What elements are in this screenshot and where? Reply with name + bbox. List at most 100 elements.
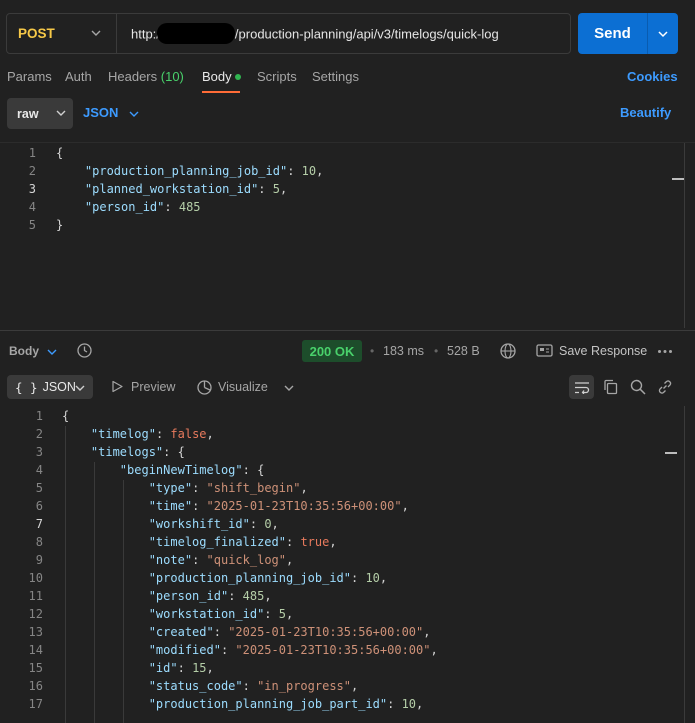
code-token: "quick_log" — [206, 553, 286, 567]
code-token: : — [155, 427, 171, 441]
request-scroll-marker — [672, 178, 684, 180]
globe-icon[interactable] — [499, 342, 517, 360]
url-suffix: /production-planning/api/v3/timelogs/qui… — [234, 26, 499, 42]
code-token: : — [242, 679, 258, 693]
visualize-button[interactable]: Visualize — [218, 380, 268, 394]
code-token: 0 — [264, 517, 272, 531]
body-language-select[interactable]: JSON — [83, 105, 118, 120]
code-token: , — [401, 499, 409, 513]
code-token: true — [300, 535, 330, 549]
url-input[interactable]: http:/ /production-planning/api/v3/timelo… — [131, 23, 499, 44]
tab-body[interactable]: Body — [202, 69, 232, 84]
code-line: "id": 15, — [62, 661, 214, 675]
tab-headers[interactable]: Headers (10) — [108, 69, 184, 84]
response-viewer-scrollbar[interactable] — [684, 406, 685, 723]
line-number: 4 — [35, 463, 43, 477]
code-token: : — [192, 553, 207, 567]
code-token: : — [164, 200, 179, 214]
send-button[interactable]: Send — [578, 13, 647, 54]
line-number: 3 — [35, 445, 43, 459]
code-token: , — [351, 679, 359, 693]
pane-divider[interactable] — [0, 330, 695, 331]
url-prefix: http:/ — [131, 26, 160, 42]
send-options-button[interactable] — [647, 13, 678, 54]
response-body-viewer[interactable]: 1{2 "timelog": false, 3 "timelogs": {4 "b… — [0, 406, 695, 723]
play-icon — [112, 380, 123, 393]
code-token: 485 — [242, 589, 265, 603]
chevron-down-icon[interactable] — [47, 348, 57, 356]
code-line: { — [56, 146, 63, 160]
code-token: 485 — [178, 200, 201, 214]
line-number: 5 — [28, 218, 36, 232]
save-response-button[interactable]: Save Response — [559, 344, 647, 358]
tab-scripts[interactable]: Scripts — [257, 69, 297, 84]
wrap-lines-button[interactable] — [569, 375, 594, 399]
chevron-down-icon[interactable] — [284, 384, 294, 392]
copy-icon[interactable] — [603, 379, 618, 395]
request-body-editor[interactable]: 1 {2 "production_planning_job_id": 10, 3 "… — [0, 142, 695, 330]
code-token: 10 — [301, 164, 317, 178]
code-token: "production_planning_job_id" — [84, 164, 288, 178]
more-icon[interactable] — [657, 349, 673, 354]
save-icon[interactable] — [536, 343, 553, 358]
code-token: { — [62, 409, 70, 423]
line-number: 6 — [35, 499, 43, 513]
code-token: "timelog_finalized" — [148, 535, 286, 549]
history-icon[interactable] — [76, 342, 93, 359]
code-token: : — [387, 697, 402, 711]
braces-icon: { } — [15, 379, 38, 395]
code-token: "workshift_id" — [148, 517, 250, 531]
code-token: : — [285, 535, 301, 549]
tab-settings[interactable]: Settings — [312, 69, 359, 84]
url-bar[interactable]: POST http:/ /production-planning/api/v3/t… — [6, 13, 571, 54]
code-token: "2025-01-23T10:35:56+00:00" — [228, 625, 424, 639]
body-mode-select[interactable]: raw — [7, 98, 73, 129]
method-label: POST — [18, 26, 55, 41]
indent-guide — [65, 426, 66, 723]
request-editor-scrollbar[interactable] — [684, 143, 685, 328]
wrap-lines-icon — [574, 381, 589, 394]
cookies-link[interactable]: Cookies — [627, 69, 678, 84]
code-token: : — [228, 589, 243, 603]
chevron-down-icon[interactable] — [129, 110, 139, 118]
preview-button[interactable]: Preview — [131, 380, 175, 394]
chevron-down-icon — [658, 30, 668, 37]
code-token: , — [329, 535, 337, 549]
search-icon[interactable] — [630, 379, 646, 395]
beautify-button[interactable]: Beautify — [620, 105, 671, 120]
code-token: , — [206, 427, 214, 441]
chevron-down-icon[interactable] — [75, 384, 85, 392]
code-token: : — [192, 499, 207, 513]
separator-dot: • — [434, 344, 439, 358]
code-token: , — [206, 661, 214, 675]
code-token: "in_progress" — [257, 679, 351, 693]
code-line: "modified": "2025-01-23T10:35:56+00:00", — [62, 643, 438, 657]
modified-dot — [235, 74, 241, 80]
tab-auth[interactable]: Auth — [65, 69, 92, 84]
separator-dot: • — [370, 344, 375, 358]
code-line: "production_planning_job_id": 10, — [62, 571, 387, 585]
link-icon[interactable] — [657, 379, 673, 395]
indent-guide — [123, 480, 124, 723]
body-mode-label: raw — [17, 106, 39, 121]
response-size: 528 B — [447, 344, 480, 358]
code-token: 5 — [278, 607, 286, 621]
response-body-label[interactable]: Body — [9, 344, 39, 358]
line-number: 15 — [28, 661, 43, 675]
code-token: : — [287, 164, 302, 178]
line-number: 16 — [28, 679, 43, 693]
line-number: 2 — [35, 427, 43, 441]
code-token: "person_id" — [148, 589, 229, 603]
code-token: , — [416, 697, 424, 711]
chevron-down-icon[interactable] — [91, 29, 101, 37]
code-token: : — [351, 571, 366, 585]
code-token: "timelogs" — [90, 445, 164, 459]
tab-params[interactable]: Params — [7, 69, 52, 84]
code-token: , — [316, 164, 324, 178]
code-token: : { — [242, 463, 265, 477]
